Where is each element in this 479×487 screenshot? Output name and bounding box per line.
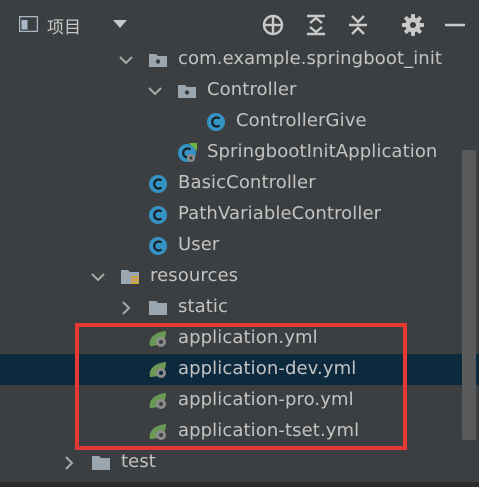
class-icon xyxy=(149,237,167,255)
tree-node-label: application-dev.yml xyxy=(178,358,357,379)
tree-node-label: com.example.springboot_init xyxy=(178,48,443,69)
spring-yml-icon xyxy=(149,362,166,378)
expand-all-icon[interactable] xyxy=(304,13,328,37)
tree-node-label: BasicController xyxy=(178,172,316,193)
tree-node-file[interactable]: application-tset.yml xyxy=(0,416,479,447)
tree-node-folder[interactable]: static xyxy=(0,292,479,323)
crosshair-icon[interactable] xyxy=(261,13,285,37)
tree-node-class[interactable]: ControllerGive xyxy=(0,106,479,137)
project-tree: com.example.springboot_init Controller C… xyxy=(0,44,479,487)
chevron-down-icon[interactable] xyxy=(118,52,134,68)
class-icon xyxy=(149,175,167,193)
tree-node-file[interactable]: application-pro.yml xyxy=(0,385,479,416)
collapse-all-icon[interactable] xyxy=(346,13,370,37)
tree-node-file[interactable]: application.yml xyxy=(0,323,479,354)
tree-node-class[interactable]: User xyxy=(0,230,479,261)
spring-boot-class-icon xyxy=(178,143,197,162)
tree-node-folder[interactable]: test xyxy=(0,447,479,478)
tree-node-label: application-tset.yml xyxy=(178,420,360,441)
tree-node-label: ControllerGive xyxy=(236,110,367,131)
chevron-right-icon[interactable] xyxy=(118,300,134,316)
class-icon xyxy=(149,206,167,224)
tree-node-label: Controller xyxy=(207,79,297,100)
tree-node-class[interactable]: PathVariableController xyxy=(0,199,479,230)
chevron-right-icon[interactable] xyxy=(61,455,77,471)
tree-node-label: static xyxy=(178,296,229,317)
folder-icon xyxy=(92,456,110,470)
class-icon xyxy=(207,113,225,131)
resources-folder-icon xyxy=(121,270,139,284)
spring-yml-icon xyxy=(149,331,166,347)
project-view-icon xyxy=(19,16,38,32)
tree-node-label: PathVariableController xyxy=(178,203,382,224)
vertical-scrollbar[interactable] xyxy=(462,150,476,440)
chevron-down-icon[interactable] xyxy=(90,269,106,285)
spring-yml-icon xyxy=(149,393,166,409)
gear-icon[interactable] xyxy=(401,13,425,37)
minus-icon[interactable] xyxy=(443,13,467,37)
tree-node-package[interactable]: Controller xyxy=(0,75,479,106)
tree-node-package[interactable]: com.example.springboot_init xyxy=(0,44,479,75)
project-view-title[interactable]: 项目 xyxy=(47,13,81,38)
tree-node-label: User xyxy=(178,234,220,255)
chevron-down-icon[interactable] xyxy=(112,17,128,31)
tree-node-label: resources xyxy=(150,265,239,286)
tree-node-class[interactable]: BasicController xyxy=(0,168,479,199)
bottom-divider xyxy=(0,482,479,487)
tree-node-file[interactable]: application-dev.yml xyxy=(0,354,479,385)
project-tool-window-header: 项目 xyxy=(0,0,479,48)
tree-node-label: application.yml xyxy=(178,327,318,348)
tree-node-label: application-pro.yml xyxy=(178,389,354,410)
tree-node-label: SpringbootInitApplication xyxy=(207,141,438,162)
package-icon xyxy=(178,85,196,98)
chevron-down-icon[interactable] xyxy=(147,83,163,99)
tree-node-folder[interactable]: resources xyxy=(0,261,479,292)
tree-node-class[interactable]: SpringbootInitApplication xyxy=(0,137,479,168)
spring-yml-icon xyxy=(149,424,166,440)
tree-node-label: test xyxy=(121,451,156,472)
package-icon xyxy=(149,54,167,67)
folder-icon xyxy=(149,301,167,315)
